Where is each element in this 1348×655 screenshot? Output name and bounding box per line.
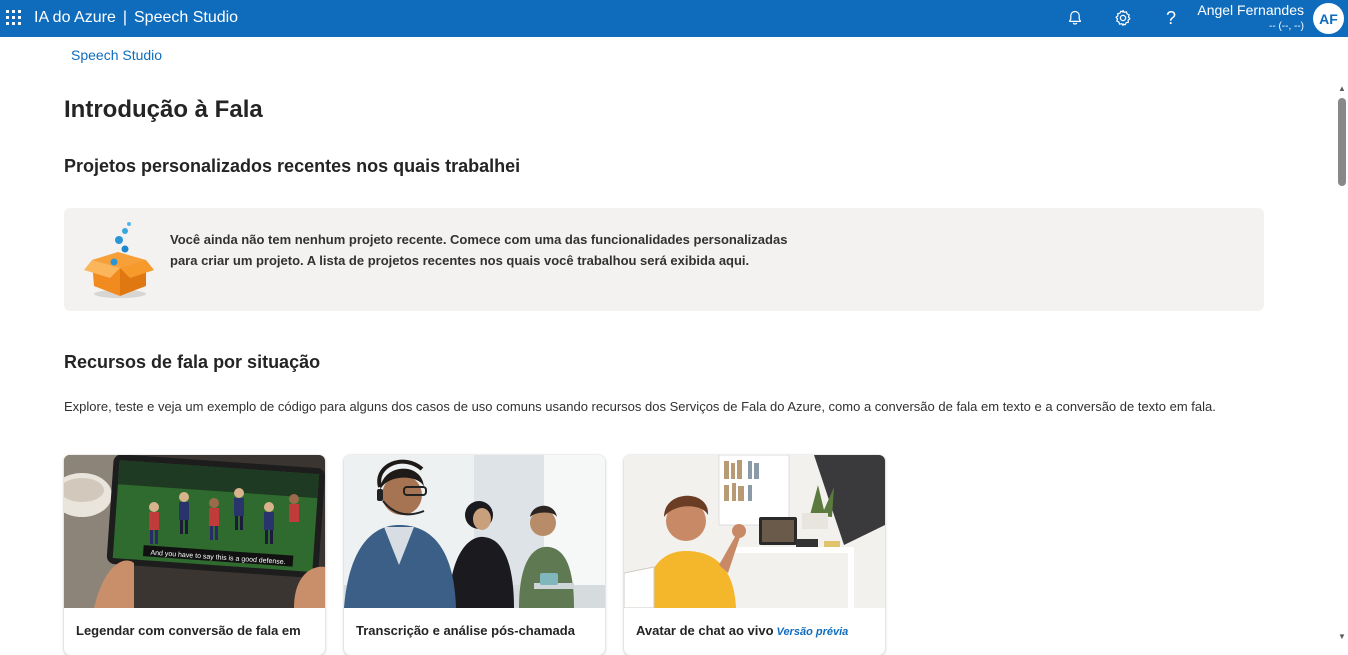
card-title: Transcrição e análise pós-chamada (356, 623, 575, 638)
recent-projects-empty-state: Você ainda não tem nenhum projeto recent… (64, 208, 1264, 311)
title-separator: | (122, 9, 127, 26)
card-title-text: Transcrição e análise pós-chamada (356, 623, 575, 638)
breadcrumb[interactable]: Speech Studio (71, 47, 162, 63)
scenario-card-captioning[interactable]: And you have to say this is a good defen… (64, 455, 325, 655)
scroll-thumb[interactable] (1338, 98, 1346, 186)
bell-icon[interactable] (1063, 6, 1087, 30)
scroll-down-icon[interactable]: ▼ (1338, 632, 1346, 641)
user-name[interactable]: Angel Fernandes (1197, 2, 1304, 18)
preview-badge: Versão prévia (776, 626, 849, 638)
card-title: Avatar de chat ao vivo Versão prévia (636, 623, 848, 638)
app-title[interactable]: IA do Azure | Speech Studio (34, 9, 238, 27)
chat-avatar-thumbnail (624, 455, 885, 608)
user-directory: -- (--, --) (1269, 21, 1304, 32)
help-icon[interactable]: ? (1159, 6, 1183, 30)
product-name: Speech Studio (134, 9, 239, 26)
vertical-scrollbar[interactable]: ▲ ▼ (1336, 82, 1348, 648)
empty-state-message: Você ainda não tem nenhum projeto recent… (170, 232, 788, 268)
top-bar: IA do Azure | Speech Studio ? Angel Fernan… (0, 0, 1348, 37)
scenario-card-live-chat-avatar[interactable]: Avatar de chat ao vivo Versão prévia (624, 455, 885, 655)
gear-icon[interactable] (1111, 6, 1135, 30)
scenarios-description: Explore, teste e veja um exemplo de códi… (64, 399, 1216, 414)
card-title-text: Avatar de chat ao vivo (636, 623, 774, 638)
card-title: Legendar com conversão de fala em (76, 623, 301, 638)
scroll-up-icon[interactable]: ▲ (1338, 84, 1346, 93)
open-box-icon (84, 222, 154, 298)
help-glyph: ? (1165, 8, 1176, 28)
app-name: IA do Azure (34, 9, 116, 26)
avatar[interactable]: AF (1313, 3, 1344, 34)
post-call-thumbnail (344, 455, 605, 608)
waffle-icon[interactable] (6, 10, 22, 26)
card-title-text: Legendar com conversão de fala em (76, 623, 301, 638)
page-title: Introdução à Fala (64, 96, 263, 123)
scenarios-heading: Recursos de fala por situação (64, 352, 321, 372)
scenario-card-post-call[interactable]: Transcrição e análise pós-chamada (344, 455, 605, 655)
captioning-thumbnail: And you have to say this is a good defen… (64, 455, 325, 608)
recent-projects-heading: Projetos personalizados recentes nos qua… (64, 156, 521, 176)
